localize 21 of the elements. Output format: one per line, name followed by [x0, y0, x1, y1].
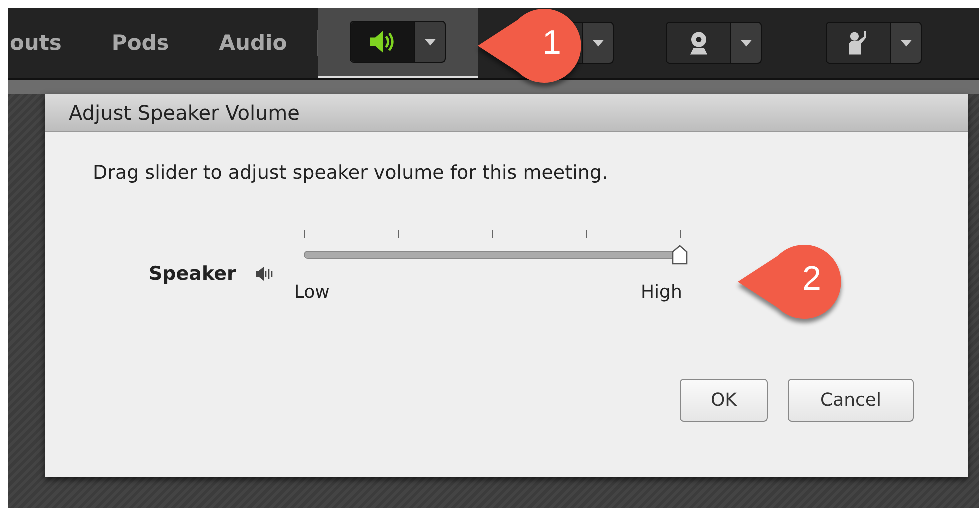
low-label: Low	[294, 282, 330, 303]
ok-button[interactable]: OK	[680, 379, 768, 422]
slider-label: Speaker	[149, 262, 236, 284]
dropdown-button[interactable]	[891, 23, 922, 63]
speaker-button[interactable]	[351, 22, 416, 62]
caret-icon	[592, 40, 604, 46]
dialog-title: Adjust Speaker Volume	[45, 94, 968, 132]
speaker-icon	[256, 266, 274, 280]
dropdown-button[interactable]	[415, 22, 446, 62]
cancel-button[interactable]: Cancel	[788, 379, 914, 422]
menu-item[interactable]: Audio	[219, 31, 288, 55]
caret-icon	[740, 40, 752, 46]
caret-icon	[900, 40, 912, 46]
menu-item[interactable]: Pods	[112, 31, 170, 55]
dropdown-button[interactable]	[731, 23, 762, 63]
caret-icon	[424, 38, 436, 46]
dropdown-button[interactable]	[583, 23, 614, 63]
menu-item[interactable]: outs	[10, 31, 62, 55]
high-label: High	[641, 282, 682, 303]
instruction-text: Drag slider to adjust speaker volume for this meeting.	[93, 162, 609, 184]
slider-thumb[interactable]	[672, 245, 688, 265]
